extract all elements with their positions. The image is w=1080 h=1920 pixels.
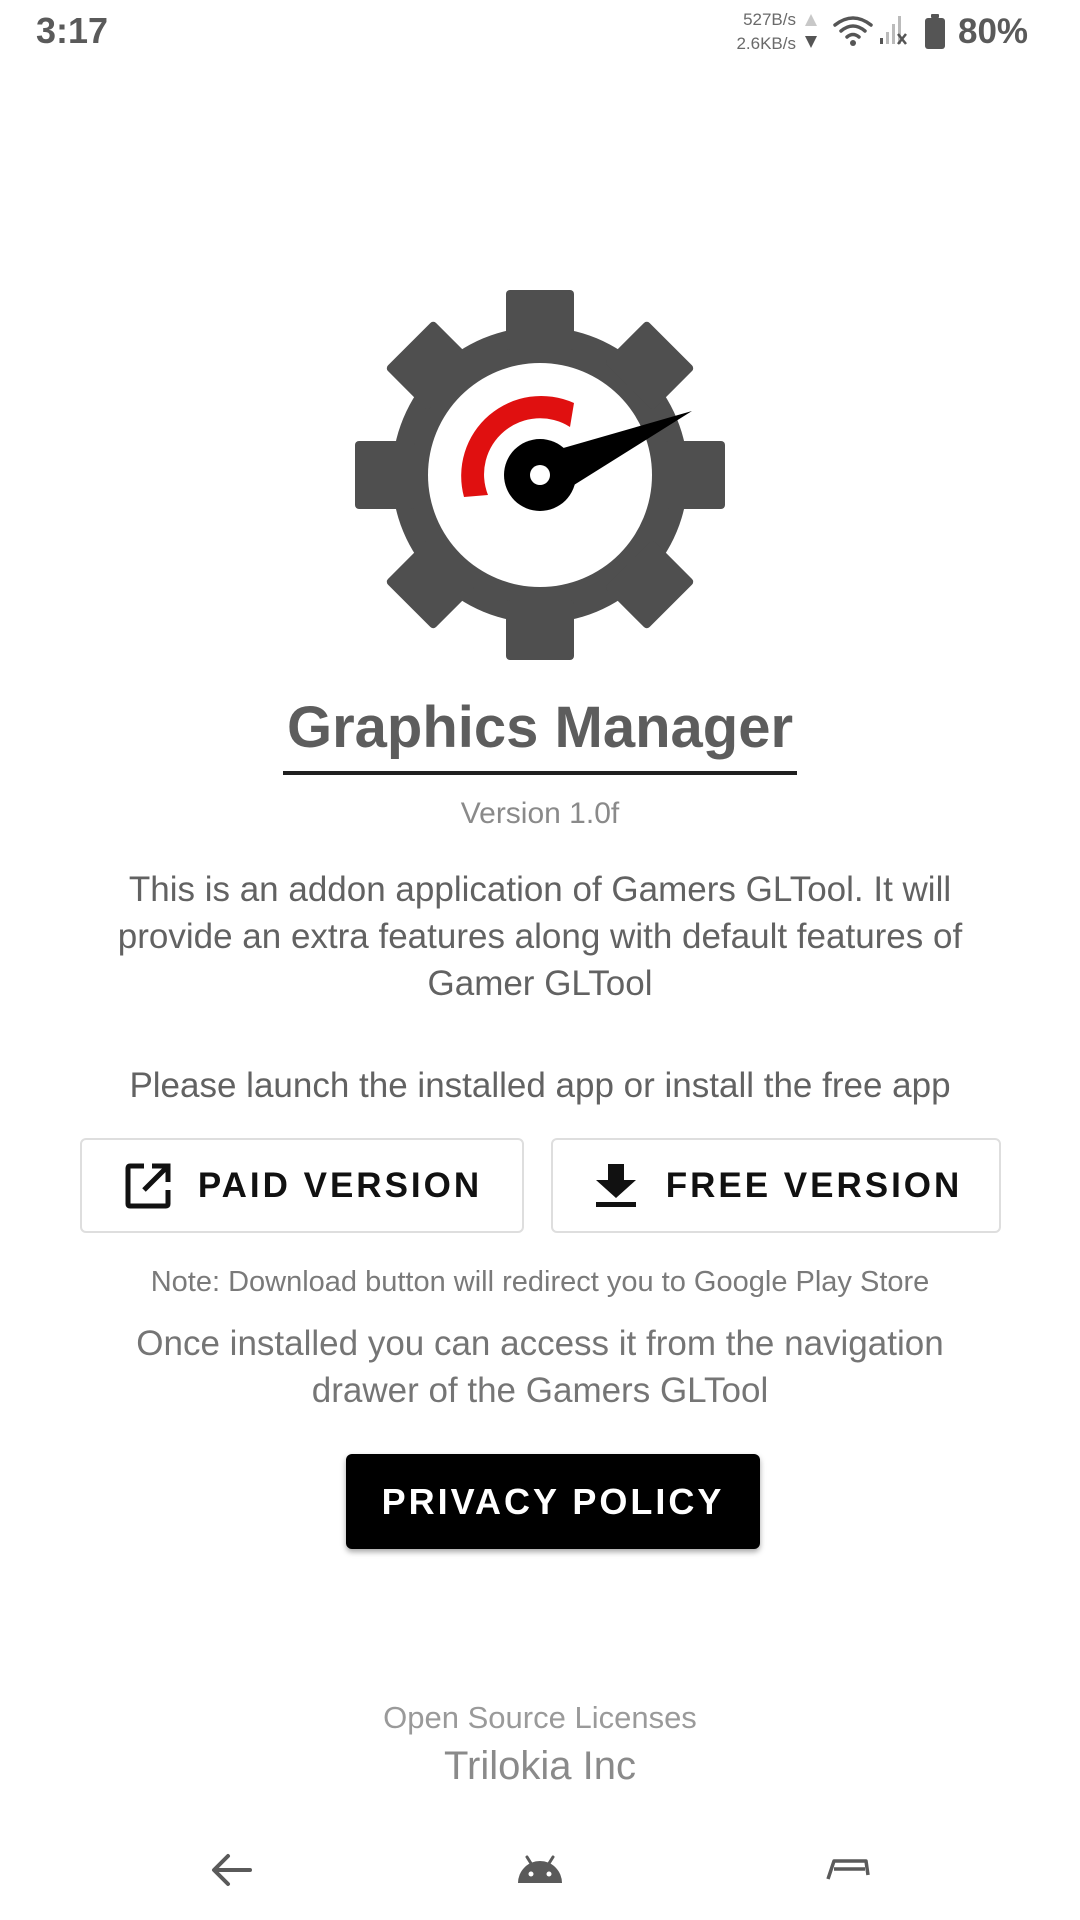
upload-speed: 527B/s bbox=[743, 10, 796, 29]
privacy-policy-label: PRIVACY POLICY bbox=[381, 1480, 725, 1522]
battery-icon bbox=[925, 14, 945, 49]
android-home-icon bbox=[518, 1855, 562, 1883]
back-arrow-icon bbox=[212, 1854, 252, 1886]
privacy-policy-button[interactable]: PRIVACY POLICY bbox=[346, 1454, 760, 1549]
company-name: Trilokia Inc bbox=[444, 1744, 636, 1788]
download-note: Note: Download button will redirect you … bbox=[150, 1266, 930, 1298]
free-version-button[interactable]: FREE VERSION bbox=[551, 1138, 1001, 1233]
app-title-text: Graphics Manager bbox=[282, 694, 798, 775]
network-speed: 527B/s 2.6KB/s bbox=[722, 8, 796, 56]
nav-recents-button[interactable] bbox=[818, 1840, 878, 1900]
gear-speedometer-logo bbox=[355, 290, 725, 660]
navigation-bar bbox=[0, 1820, 1080, 1920]
app-title: Graphics Manager bbox=[0, 694, 1080, 775]
paid-version-button[interactable]: PAID VERSION bbox=[80, 1138, 524, 1233]
download-icon bbox=[595, 1163, 636, 1207]
open-source-licenses-link[interactable]: Open Source Licenses bbox=[0, 1700, 1080, 1736]
launch-prompt: Please launch the installed app or insta… bbox=[129, 1066, 951, 1105]
net-activity-icon bbox=[805, 14, 817, 48]
status-bar: 3:17 527B/s 2.6KB/s 80% bbox=[0, 0, 1080, 68]
free-version-label: FREE VERSION bbox=[665, 1165, 963, 1205]
app-description: This is an addon application of Gamers G… bbox=[117, 870, 963, 1003]
nav-back-button[interactable] bbox=[202, 1840, 262, 1900]
nav-home-button[interactable] bbox=[510, 1840, 570, 1900]
status-clock: 3:17 bbox=[36, 10, 109, 51]
open-external-icon bbox=[125, 1163, 171, 1208]
no-signal-icon bbox=[880, 16, 907, 45]
battery-percent: 80% bbox=[958, 12, 1029, 51]
access-info: Once installed you can access it from th… bbox=[136, 1324, 944, 1410]
recents-icon bbox=[826, 1859, 870, 1880]
app-version: Version 1.0f bbox=[460, 797, 620, 830]
paid-version-label: PAID VERSION bbox=[197, 1165, 483, 1205]
download-speed: 2.6KB/s bbox=[736, 34, 796, 53]
wifi-icon bbox=[833, 16, 873, 46]
